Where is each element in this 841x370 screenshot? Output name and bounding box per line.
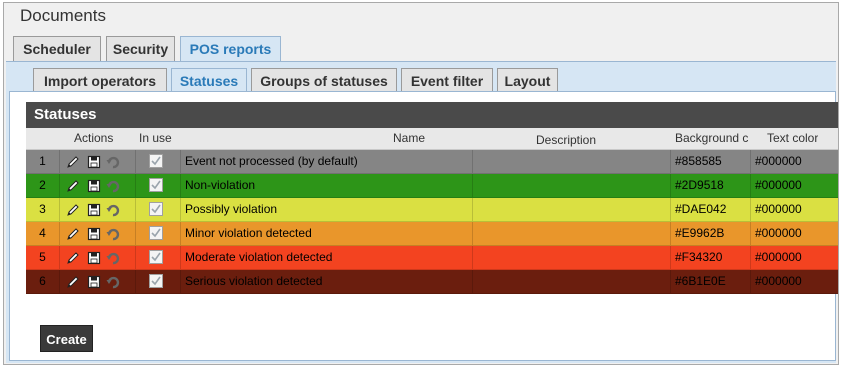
status-name: Minor violation detected: [181, 222, 473, 245]
status-name: Serious violation detected: [181, 270, 473, 293]
background-color-value: #6B1E0E: [671, 270, 751, 293]
row-number: 2: [26, 174, 60, 197]
save-icon[interactable]: [87, 154, 101, 169]
table-row[interactable]: 5 Moderate violation detected #F34320 #0000…: [26, 246, 838, 270]
text-color-value: #000000: [755, 202, 802, 216]
pencil-icon[interactable]: [66, 154, 80, 168]
row-actions: [60, 150, 136, 173]
pencil-icon[interactable]: [66, 226, 80, 240]
text-color-value: #000000: [755, 250, 802, 264]
undo-icon[interactable]: [106, 178, 120, 193]
undo-icon[interactable]: [106, 274, 120, 289]
in-use-cell: [136, 222, 181, 245]
status-name: Event not processed (by default): [181, 150, 473, 173]
pencil-icon[interactable]: [66, 274, 80, 288]
background-color-value: #DAE042: [671, 198, 751, 221]
grid-title: Statuses: [26, 102, 838, 128]
row-number: 6: [26, 270, 60, 293]
status-description: [473, 150, 671, 173]
undo-icon[interactable]: [106, 226, 120, 241]
undo-icon[interactable]: [106, 202, 120, 217]
status-name: Non-violation: [181, 174, 473, 197]
table-row[interactable]: 3 Possibly violation #DAE042 #000000: [26, 198, 838, 222]
background-color-value: #F34320: [671, 246, 751, 269]
row-actions: [60, 174, 136, 197]
background-color-value: #2D9518: [671, 174, 751, 197]
status-name: Moderate violation detected: [181, 246, 473, 269]
grid-body: 1 Event not processed (by default) #858585…: [26, 150, 838, 294]
row-number: 4: [26, 222, 60, 245]
table-row[interactable]: 2 Non-violation #2D9518 #000000: [26, 174, 838, 198]
in-use-cell: [136, 246, 181, 269]
row-actions: [60, 198, 136, 221]
pencil-icon[interactable]: [66, 250, 80, 264]
row-actions: [60, 222, 136, 245]
row-number: 3: [26, 198, 60, 221]
text-color-value: #000000: [755, 226, 802, 240]
statuses-grid: Statuses Actions In use Name Description…: [26, 102, 838, 294]
checkbox-icon[interactable]: [149, 178, 163, 192]
in-use-cell: [136, 150, 181, 173]
background-color-value: #858585: [671, 150, 751, 173]
status-description: [473, 198, 671, 221]
status-description: [473, 246, 671, 269]
checkbox-icon[interactable]: [149, 202, 163, 216]
text-color-value: #000000: [755, 274, 802, 288]
pencil-icon[interactable]: [66, 178, 80, 192]
tab-pos-reports[interactable]: POS reports: [180, 36, 281, 63]
pencil-icon[interactable]: [66, 202, 80, 216]
col-name[interactable]: Name: [393, 131, 425, 145]
col-description[interactable]: Description: [536, 133, 596, 147]
window-title: Documents: [20, 6, 106, 25]
undo-icon[interactable]: [106, 250, 120, 265]
tab-scheduler[interactable]: Scheduler: [13, 36, 101, 61]
status-description: [473, 270, 671, 293]
tab-security[interactable]: Security: [106, 36, 175, 61]
col-in-use[interactable]: In use: [139, 131, 172, 145]
save-icon[interactable]: [87, 226, 101, 241]
table-row[interactable]: 6 Serious violation detected #6B1E0E #00000…: [26, 270, 838, 294]
undo-icon[interactable]: [106, 154, 120, 169]
checkbox-icon[interactable]: [149, 226, 163, 240]
text-color-value: #000000: [755, 154, 802, 168]
save-icon[interactable]: [87, 250, 101, 265]
checkbox-icon[interactable]: [149, 250, 163, 264]
save-icon[interactable]: [87, 274, 101, 289]
row-number: 1: [26, 150, 60, 173]
status-description: [473, 222, 671, 245]
text-color-value: #000000: [755, 178, 802, 192]
table-row[interactable]: 4 Minor violation detected #E9962B #000000: [26, 222, 838, 246]
tab-event-filter[interactable]: Event filter: [401, 68, 493, 93]
row-number: 5: [26, 246, 60, 269]
grid-column-header: Actions In use Name Description Backgrou…: [26, 128, 838, 150]
tab-groups-of-statuses[interactable]: Groups of statuses: [251, 68, 397, 93]
tab-import-operators[interactable]: Import operators: [33, 68, 167, 93]
status-description: [473, 174, 671, 197]
status-name: Possibly violation: [181, 198, 473, 221]
checkbox-icon[interactable]: [149, 154, 163, 168]
col-actions[interactable]: Actions: [74, 131, 113, 145]
save-icon[interactable]: [87, 178, 101, 193]
in-use-cell: [136, 270, 181, 293]
save-icon[interactable]: [87, 202, 101, 217]
row-actions: [60, 246, 136, 269]
background-color-value: #E9962B: [671, 222, 751, 245]
in-use-cell: [136, 198, 181, 221]
create-button[interactable]: Create: [40, 325, 93, 352]
col-text-color[interactable]: Text color: [767, 131, 818, 145]
tab-layout[interactable]: Layout: [497, 68, 558, 93]
col-background-color[interactable]: Background c: [675, 131, 753, 145]
in-use-cell: [136, 174, 181, 197]
table-row[interactable]: 1 Event not processed (by default) #858585…: [26, 150, 838, 174]
checkbox-icon[interactable]: [149, 274, 163, 288]
row-actions: [60, 270, 136, 293]
